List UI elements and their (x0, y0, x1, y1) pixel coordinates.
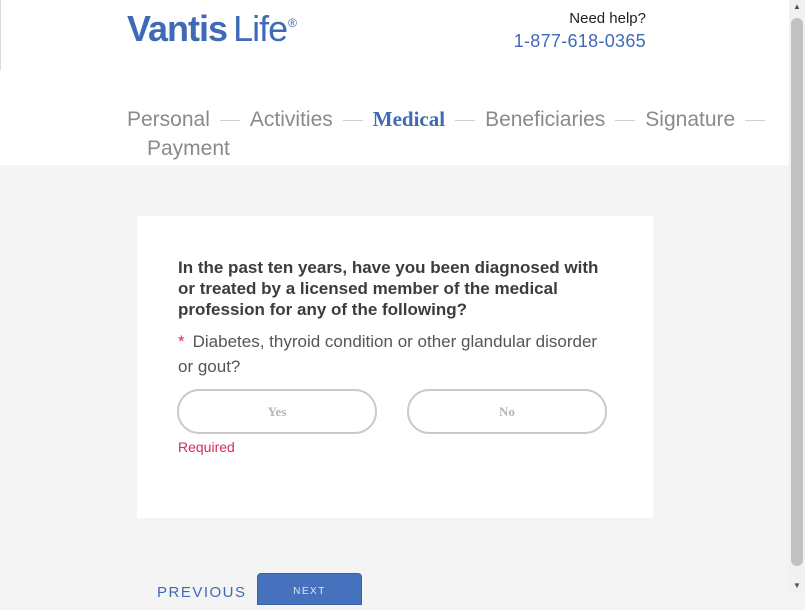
scroll-up-arrow-icon[interactable]: ▲ (789, 0, 805, 14)
logo-registered-mark: ® (288, 16, 297, 30)
step-payment[interactable]: Payment (147, 134, 230, 164)
step-activities[interactable]: Activities (250, 105, 333, 135)
logo-brand: Vantis (127, 8, 228, 49)
help-phone-link[interactable]: 1-877-618-0365 (514, 31, 646, 52)
step-medical[interactable]: Medical (373, 104, 445, 134)
question-item-text: Diabetes, thyroid condition or other gla… (178, 332, 598, 376)
step-personal[interactable]: Personal (127, 105, 210, 135)
step-separator (342, 119, 363, 121)
site-header: Vantis Life® Need help? 1-877-618-0365 Pe… (0, 0, 789, 165)
step-signature[interactable]: Signature (645, 105, 735, 135)
question-card: In the past ten years, have you been dia… (137, 216, 653, 518)
question-title: In the past ten years, have you been dia… (178, 258, 599, 319)
scroll-down-arrow-icon[interactable]: ▼ (789, 579, 805, 593)
step-separator (219, 119, 240, 121)
required-marker: * (178, 332, 185, 351)
help-contact: Need help? 1-877-618-0365 (514, 10, 646, 52)
step-beneficiaries[interactable]: Beneficiaries (485, 105, 605, 135)
required-error: Required (178, 439, 235, 455)
step-separator (615, 119, 636, 121)
question-item: * Diabetes, thyroid condition or other gl… (178, 329, 598, 379)
next-button[interactable]: NEXT (257, 573, 362, 605)
vantis-life-logo[interactable]: Vantis Life® (127, 8, 297, 50)
vertical-scrollbar[interactable]: ▲ ▼ (789, 0, 805, 593)
logo-life: Life (233, 8, 288, 49)
yes-button[interactable]: Yes (177, 389, 377, 434)
step-separator (455, 119, 476, 121)
no-button[interactable]: No (407, 389, 607, 434)
step-separator (745, 119, 766, 121)
header-edge (0, 0, 1, 70)
progress-steps: Personal Activities Medical Beneficiaries Si… (127, 104, 787, 160)
scrollbar-thumb[interactable] (791, 18, 803, 566)
help-label: Need help? (569, 10, 646, 27)
